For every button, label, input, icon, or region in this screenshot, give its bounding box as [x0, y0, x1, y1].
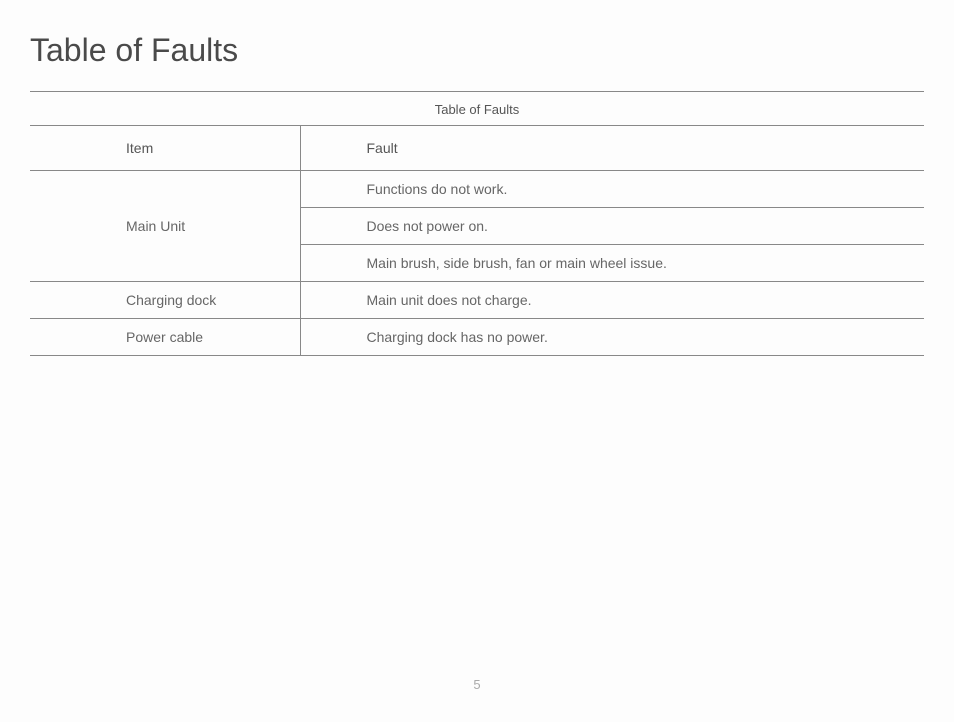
table-caption: Table of Faults	[30, 91, 924, 126]
page-title: Table of Faults	[30, 32, 924, 69]
faults-table-container: Table of Faults Item Fault Main Unit Fun…	[30, 91, 924, 356]
table-row: Charging dock Main unit does not charge.	[30, 282, 924, 319]
fault-cell: Functions do not work.	[300, 171, 924, 208]
faults-table: Item Fault Main Unit Functions do not wo…	[30, 126, 924, 356]
fault-cell: Main brush, side brush, fan or main whee…	[300, 245, 924, 282]
item-cell: Main Unit	[30, 171, 300, 282]
fault-cell: Does not power on.	[300, 208, 924, 245]
item-cell: Power cable	[30, 319, 300, 356]
column-header-fault: Fault	[300, 126, 924, 171]
page-number: 5	[0, 677, 954, 692]
table-row: Main Unit Functions do not work.	[30, 171, 924, 208]
fault-cell: Charging dock has no power.	[300, 319, 924, 356]
column-header-item: Item	[30, 126, 300, 171]
table-row: Power cable Charging dock has no power.	[30, 319, 924, 356]
item-cell: Charging dock	[30, 282, 300, 319]
fault-cell: Main unit does not charge.	[300, 282, 924, 319]
